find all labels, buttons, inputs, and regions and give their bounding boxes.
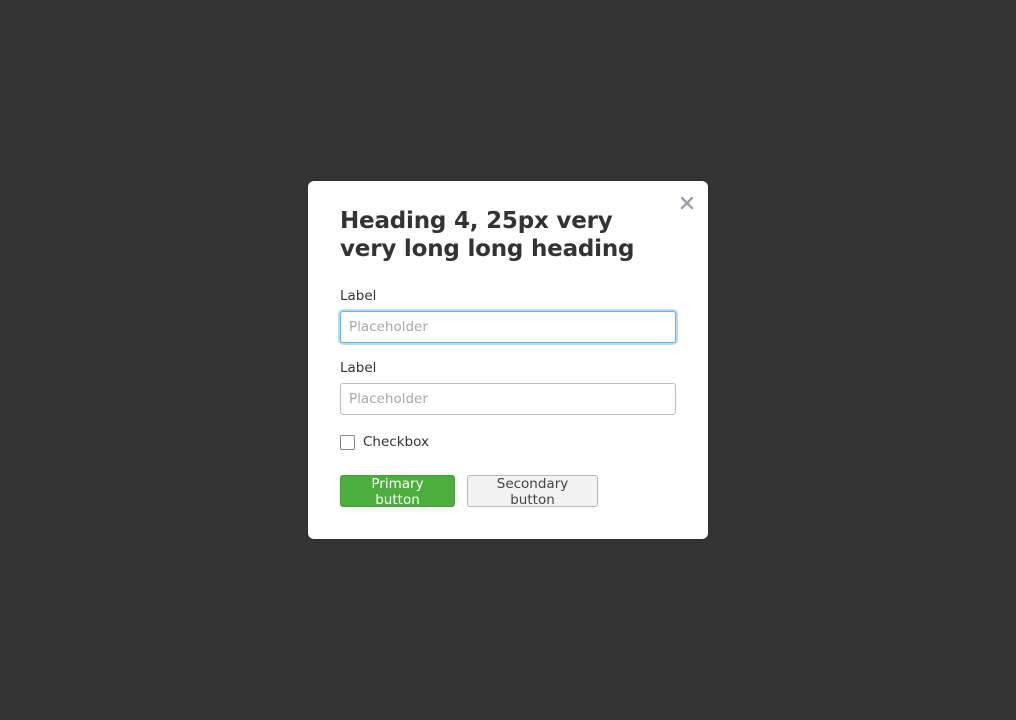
close-button[interactable]	[677, 190, 697, 212]
text-input-1[interactable]	[340, 311, 676, 343]
checkbox[interactable]	[340, 434, 355, 450]
form-field-1: Label	[340, 287, 676, 343]
text-input-2[interactable]	[340, 383, 676, 415]
checkbox-row[interactable]: Checkbox	[340, 433, 676, 451]
secondary-button[interactable]: Secondary button	[467, 475, 598, 508]
button-group: Primary button Secondary button	[340, 475, 676, 508]
primary-button[interactable]: Primary button	[340, 475, 455, 508]
modal-heading: Heading 4, 25px very very long long head…	[340, 208, 635, 262]
field-label: Label	[340, 288, 377, 304]
close-icon	[680, 196, 694, 210]
modal-dialog: Heading 4, 25px very very long long head…	[308, 181, 708, 539]
form-field-2: Label	[340, 359, 676, 415]
checkbox-label[interactable]: Checkbox	[363, 433, 429, 451]
field-label: Label	[340, 360, 377, 376]
